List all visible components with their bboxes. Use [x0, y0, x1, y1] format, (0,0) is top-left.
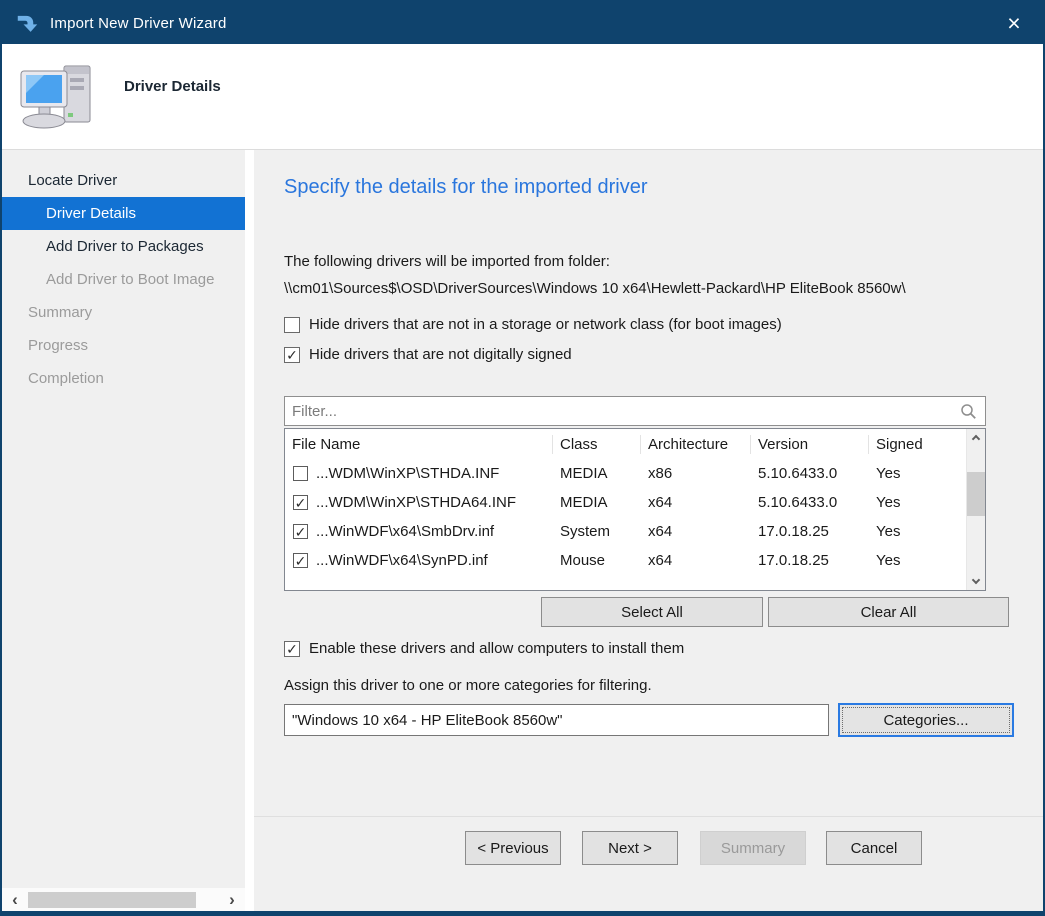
column-header-architecture[interactable]: Architecture	[641, 435, 751, 454]
horizontal-scrollbar[interactable]: ‹ ›	[2, 888, 245, 911]
checkbox-label: Hide drivers that are not in a storage o…	[309, 316, 782, 333]
categories-label: Assign this driver to one or more catego…	[284, 677, 1043, 694]
wizard-footer: < Previous Next > Summary Cancel	[254, 816, 1043, 911]
nav-item-add-driver-to-packages[interactable]: Add Driver to Packages	[2, 230, 245, 263]
version-cell: 5.10.6433.0	[751, 494, 869, 511]
table-row[interactable]: ✓ ...WDM\WinXP\STHDA64.INF MEDIAx645.10.64…	[285, 488, 966, 517]
signed-cell: Yes	[869, 552, 966, 569]
architecture-cell: x64	[641, 552, 751, 569]
class-cell: MEDIA	[553, 494, 641, 511]
driver-table-body: ...WDM\WinXP\STHDA.INF MEDIAx865.10.6433.…	[285, 459, 966, 575]
clear-all-button[interactable]: Clear All	[768, 597, 1009, 627]
architecture-cell: x86	[641, 465, 751, 482]
column-header-file-name[interactable]: File Name	[285, 435, 553, 454]
nav-item-driver-details[interactable]: Driver Details	[2, 197, 245, 230]
table-row[interactable]: ✓ ...WinWDF\x64\SynPD.inf Mousex6417.0.18.…	[285, 546, 966, 575]
architecture-cell: x64	[641, 523, 751, 540]
table-button-row: Select All Clear All	[284, 597, 1043, 627]
folder-path: \\cm01\Sources$\OSD\DriverSources\Window…	[284, 280, 1043, 297]
enable-drivers-checkbox[interactable]: ✓ Enable these drivers and allow compute…	[284, 640, 1043, 657]
summary-button: Summary	[700, 831, 806, 865]
checkbox-label: Enable these drivers and allow computers…	[309, 640, 684, 657]
signed-cell: Yes	[869, 523, 966, 540]
checkbox-box[interactable]: ✓	[284, 347, 300, 363]
class-cell: MEDIA	[553, 465, 641, 482]
file-name-cell: ...WinWDF\x64\SynPD.inf	[316, 552, 488, 569]
scroll-right-icon[interactable]: ›	[219, 888, 245, 911]
categories-row: Categories...	[284, 703, 1043, 737]
filter-box	[284, 396, 986, 426]
checkbox-box[interactable]: ✓	[284, 641, 300, 657]
search-icon	[960, 403, 977, 420]
scrollbar-thumb[interactable]	[28, 892, 196, 908]
table-row[interactable]: ✓ ...WinWDF\x64\SmbDrv.inf Systemx6417.0.1…	[285, 517, 966, 546]
class-cell: Mouse	[553, 552, 641, 569]
nav-item-completion: Completion	[2, 362, 245, 395]
version-cell: 17.0.18.25	[751, 523, 869, 540]
signed-cell: Yes	[869, 494, 966, 511]
vertical-scrollbar[interactable]	[966, 429, 985, 590]
wizard-import-icon	[16, 12, 39, 34]
titlebar: Import New Driver Wizard ×	[2, 2, 1043, 44]
file-name-cell: ...WinWDF\x64\SmbDrv.inf	[316, 523, 494, 540]
wizard-content: Specify the details for the imported dri…	[254, 150, 1043, 911]
checkbox-box[interactable]	[284, 317, 300, 333]
signed-cell: Yes	[869, 465, 966, 482]
nav-item-progress: Progress	[2, 329, 245, 362]
table-row[interactable]: ...WDM\WinXP\STHDA.INF MEDIAx865.10.6433.…	[285, 459, 966, 488]
version-cell: 17.0.18.25	[751, 552, 869, 569]
scroll-down-icon[interactable]	[967, 573, 985, 590]
row-checkbox[interactable]: ✓	[293, 524, 308, 539]
version-cell: 5.10.6433.0	[751, 465, 869, 482]
next-button[interactable]: Next >	[582, 831, 678, 865]
scroll-left-icon[interactable]: ‹	[2, 888, 28, 911]
architecture-cell: x64	[641, 494, 751, 511]
wizard-sidebar: Locate DriverDriver DetailsAdd Driver to…	[2, 150, 245, 911]
driver-table: File Name Class Architecture Version Sig…	[284, 428, 986, 591]
wizard-nav: Locate DriverDriver DetailsAdd Driver to…	[2, 164, 245, 395]
file-name-cell: ...WDM\WinXP\STHDA.INF	[316, 465, 499, 482]
class-cell: System	[553, 523, 641, 540]
previous-button[interactable]: < Previous	[465, 831, 561, 865]
close-icon[interactable]: ×	[985, 2, 1043, 44]
wizard-window: Import New Driver Wizard × Driver Detail…	[0, 0, 1045, 916]
row-checkbox[interactable]: ✓	[293, 553, 308, 568]
wizard-body: Locate DriverDriver DetailsAdd Driver to…	[2, 150, 1043, 911]
row-checkbox[interactable]	[293, 466, 308, 481]
file-name-cell: ...WDM\WinXP\STHDA64.INF	[316, 494, 516, 511]
checkbox-label: Hide drivers that are not digitally sign…	[309, 346, 572, 363]
hide-unsigned-checkbox[interactable]: ✓ Hide drivers that are not digitally si…	[284, 346, 1043, 363]
nav-item-add-driver-to-boot-image: Add Driver to Boot Image	[2, 263, 245, 296]
scroll-up-icon[interactable]	[967, 429, 985, 446]
row-checkbox[interactable]: ✓	[293, 495, 308, 510]
page-title: Driver Details	[124, 78, 221, 95]
column-header-class[interactable]: Class	[553, 435, 641, 454]
column-header-version[interactable]: Version	[751, 435, 869, 454]
nav-item-locate-driver[interactable]: Locate Driver	[2, 164, 245, 197]
scrollbar-thumb[interactable]	[967, 472, 985, 516]
folder-label: The following drivers will be imported f…	[284, 253, 1043, 270]
table-header: File Name Class Architecture Version Sig…	[285, 429, 966, 459]
filter-input[interactable]	[285, 402, 960, 421]
computer-icon	[18, 61, 98, 133]
content-heading: Specify the details for the imported dri…	[284, 176, 1043, 199]
window-title: Import New Driver Wizard	[50, 15, 227, 32]
select-all-button[interactable]: Select All	[541, 597, 763, 627]
sidebar-divider	[245, 150, 254, 911]
cancel-button[interactable]: Cancel	[826, 831, 922, 865]
categories-button[interactable]: Categories...	[838, 703, 1014, 737]
categories-field[interactable]	[284, 704, 829, 736]
nav-item-summary: Summary	[2, 296, 245, 329]
page-header: Driver Details	[2, 44, 1043, 150]
hide-storage-checkbox[interactable]: Hide drivers that are not in a storage o…	[284, 316, 1043, 333]
column-header-signed[interactable]: Signed	[869, 435, 966, 454]
